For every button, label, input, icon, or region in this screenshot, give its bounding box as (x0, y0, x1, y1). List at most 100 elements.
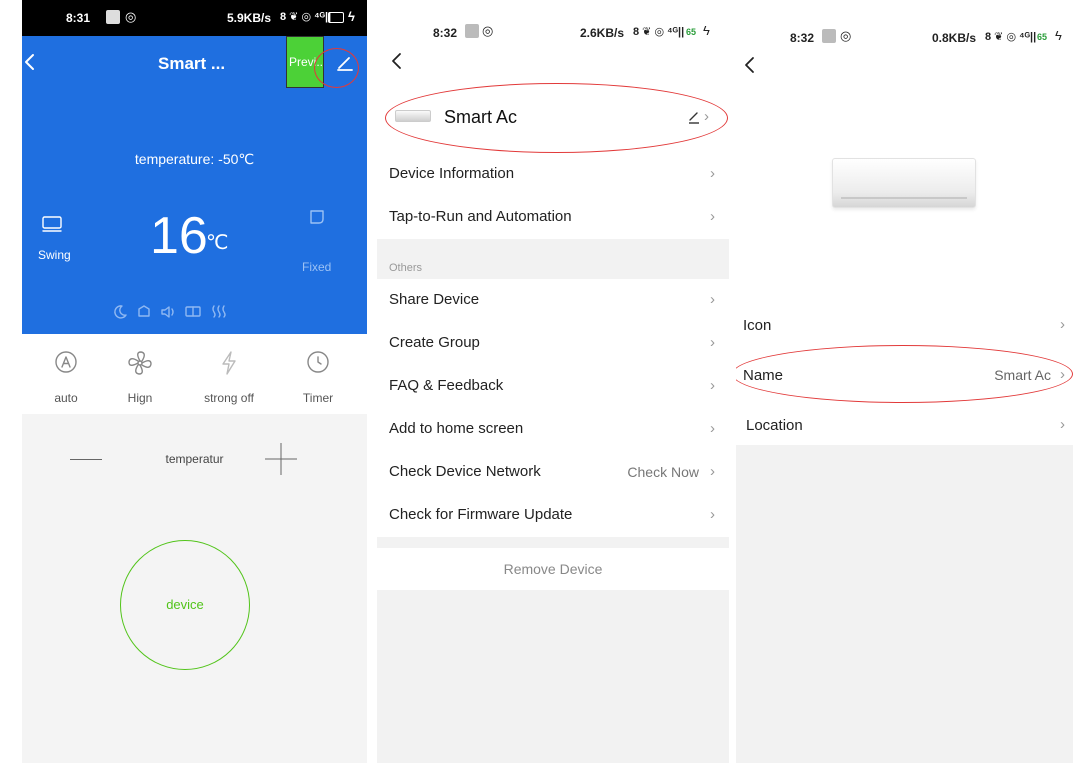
display-icon[interactable] (184, 304, 202, 320)
status-time: 8:31 (66, 11, 91, 25)
row-label: Add to home screen (389, 420, 524, 437)
fan-icon (128, 351, 152, 375)
swing-icon[interactable] (40, 214, 64, 234)
notification-icon: ◎ (125, 9, 137, 24)
status-icons: 8 ❦ ◎ ⁴ᴳ|| (633, 26, 685, 38)
status-icons: 8 ❦ ◎ ⁴ᴳ|| (985, 31, 1037, 43)
charging-icon: ϟ (1055, 28, 1062, 43)
current-temperature: temperature: -50℃ (134, 151, 255, 167)
chevron-right-icon: › (710, 377, 715, 394)
chevron-right-icon: › (710, 208, 715, 225)
row-location[interactable]: Location › (736, 403, 1073, 447)
row-label: Check Device Network (389, 463, 541, 480)
mode-list: auto Hign strong off Timer (22, 334, 367, 414)
mode-label: strong off (204, 391, 254, 405)
power-button[interactable]: device (120, 540, 250, 670)
section-header-others: Others (389, 262, 423, 274)
row-tap-to-run[interactable]: Tap-to-Run and Automation › (377, 196, 729, 239)
row-add-home-screen[interactable]: Add to home screen › (377, 408, 729, 451)
back-arrow-icon[interactable] (742, 56, 758, 74)
info-panel: 8:32 ◎ 0.8KB/s 8 ❦ ◎ ⁴ᴳ|| 65 ϟ Icon › Na… (736, 0, 1073, 445)
chevron-right-icon: › (710, 165, 715, 182)
mode-label: Timer (302, 391, 334, 405)
row-label: Tap-to-Run and Automation (389, 208, 572, 225)
chevron-right-icon: › (710, 506, 715, 523)
temp-control-label: temperatur (165, 452, 224, 466)
mode-bar: auto Hign strong off Timer (22, 334, 367, 414)
eco-icon[interactable] (136, 304, 152, 320)
panel-device-control: 8:31 ◎ 5.9KB/s 8 ❦ ◎ ⁴ᴳ|| ϟ Smart ... Pr… (22, 0, 367, 763)
increase-temp-button[interactable] (264, 442, 298, 476)
temperature-unit: ℃ (206, 232, 229, 254)
sound-icon[interactable] (160, 304, 176, 320)
back-arrow-icon[interactable] (389, 52, 405, 70)
highlight-name-ellipse (385, 83, 728, 153)
highlight-edit-circle (314, 48, 359, 88)
notification-icon: ◎ (840, 28, 852, 43)
status-time: 8:32 (790, 31, 815, 45)
mode-label: auto (54, 391, 78, 405)
back-arrow-icon[interactable] (22, 52, 40, 72)
remove-device-button[interactable]: Remove Device (377, 548, 729, 590)
page-title: Smart ... (158, 54, 226, 73)
row-check-network[interactable]: Check Device Network Check Now › (377, 451, 729, 494)
mode-fan[interactable]: Hign (112, 350, 168, 410)
settings-header: 8:32 ◎ 2.6KB/s 8 ❦ ◎ ⁴ᴳ|| 65 ϟ Smart Ac … (377, 0, 729, 153)
chevron-right-icon: › (1060, 416, 1065, 433)
row-icon[interactable]: Icon › (736, 303, 1073, 347)
swing-label: Swing (38, 248, 71, 262)
battery-level: 65 (686, 27, 697, 37)
panel-device-settings: 8:32 ◎ 2.6KB/s 8 ❦ ◎ ⁴ᴳ|| 65 ϟ Smart Ac … (377, 0, 729, 763)
chevron-right-icon: › (710, 463, 715, 480)
row-device-information[interactable]: Device Information › (377, 153, 729, 196)
chevron-right-icon: › (710, 334, 715, 351)
row-label: Check for Firmware Update (389, 506, 573, 523)
charging-icon: ϟ (348, 9, 355, 24)
status-time: 8:32 (433, 26, 458, 40)
row-create-group[interactable]: Create Group › (377, 322, 729, 365)
power-label: device (166, 597, 204, 612)
chevron-right-icon: › (710, 420, 715, 437)
row-share-device[interactable]: Share Device › (377, 279, 729, 322)
status-network-speed: 5.9KB/s (227, 11, 272, 25)
heat-icon[interactable] (210, 304, 228, 320)
battery-level: 65 (1037, 32, 1048, 42)
photo-icon (106, 10, 120, 24)
row-label: Location (746, 417, 803, 434)
set-temperature: 16 (150, 207, 208, 265)
fixed-label: Fixed (302, 260, 332, 274)
notification-icon: ◎ (482, 23, 494, 38)
battery-icon (328, 12, 344, 23)
chevron-right-icon: › (1060, 316, 1065, 333)
photo-icon (822, 29, 836, 43)
highlight-name-row-ellipse (736, 345, 1073, 403)
row-label: Device Information (389, 165, 515, 182)
status-network-speed: 2.6KB/s (580, 26, 625, 40)
auto-mode-icon (55, 351, 77, 373)
row-label: Icon (743, 317, 772, 334)
mode-label: Hign (127, 391, 153, 405)
status-icons: 8 ❦ ◎ ⁴ᴳ|| (280, 11, 332, 23)
temperature-control-area: temperatur device (22, 414, 367, 763)
charging-icon: ϟ (703, 23, 710, 38)
row-faq-feedback[interactable]: FAQ & Feedback › (377, 365, 729, 408)
row-firmware-update[interactable]: Check for Firmware Update › (377, 494, 729, 537)
control-panel: Smart ... Previ... temperature: -50℃ Swi… (22, 36, 367, 334)
sleep-icon[interactable] (112, 304, 128, 320)
panel-device-info: 8:32 ◎ 0.8KB/s 8 ❦ ◎ ⁴ᴳ|| 65 ϟ Icon › Na… (736, 0, 1073, 763)
photo-icon (465, 24, 479, 38)
chevron-right-icon: › (710, 291, 715, 308)
fixed-icon[interactable] (308, 208, 326, 226)
device-image (832, 158, 976, 208)
clock-icon (307, 351, 329, 373)
status-bar: 8:31 ◎ 5.9KB/s 8 ❦ ◎ ⁴ᴳ|| ϟ (22, 0, 367, 36)
remove-device-label: Remove Device (503, 561, 603, 577)
feature-icons-row (112, 302, 282, 322)
mode-auto[interactable]: auto (38, 350, 94, 410)
status-network-speed: 0.8KB/s (932, 31, 977, 45)
mode-strong[interactable]: strong off (194, 350, 264, 410)
row-value: Check Now (627, 464, 699, 480)
row-label: FAQ & Feedback (389, 377, 504, 394)
mode-timer[interactable]: Timer (290, 350, 346, 410)
row-label: Share Device (389, 291, 480, 308)
